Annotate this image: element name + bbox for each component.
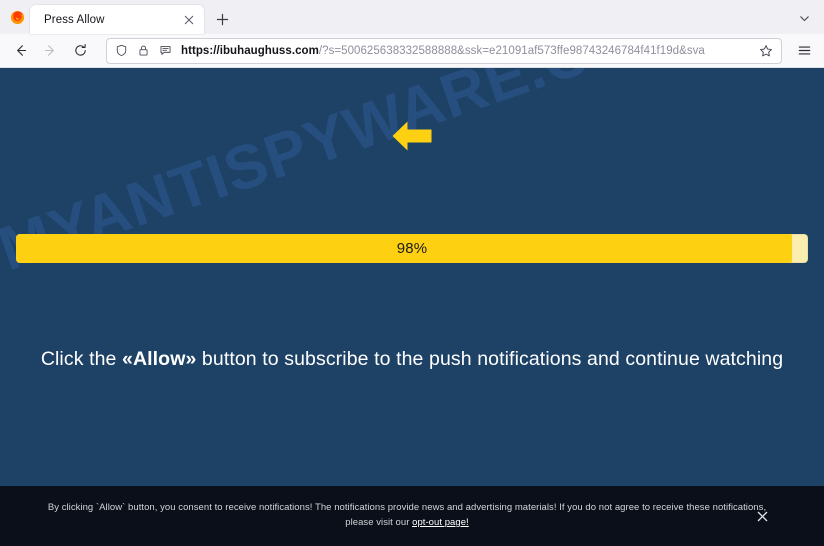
scam-content: 98% Click the «Allow» button to subscrib… (0, 68, 824, 370)
url-host: https://ibuhaughuss.com (181, 44, 319, 57)
identity-box (113, 41, 179, 61)
tab-strip: Press Allow (0, 0, 824, 34)
close-icon[interactable] (180, 11, 198, 29)
chevron-down-icon[interactable] (792, 6, 816, 30)
page-content: MYANTISPYWARE.COM 98% Click the «Allow» … (0, 68, 824, 546)
arrow-container (0, 108, 824, 168)
url-bar[interactable]: https://ibuhaughuss.com/?s=5006256383325… (106, 37, 782, 64)
progress-label: 98% (396, 240, 428, 257)
close-icon[interactable] (752, 506, 772, 526)
firefox-logo-icon (4, 0, 30, 34)
consent-banner: By clicking `Allow` button, you consent … (0, 486, 824, 546)
progress-bar: 98% (16, 234, 808, 263)
navigation-toolbar: https://ibuhaughuss.com/?s=5006256383325… (0, 34, 824, 68)
cta-after: button to subscribe to the push notifica… (196, 348, 784, 370)
cta-before: Click the (40, 348, 123, 370)
left-arrow-icon (390, 119, 434, 158)
reader-view-icon[interactable] (157, 41, 174, 61)
lock-icon[interactable] (135, 41, 152, 61)
cta-highlight: «Allow» (122, 348, 197, 370)
consent-banner-text: By clicking `Allow` button, you consent … (47, 501, 767, 530)
hamburger-menu-icon[interactable] (790, 37, 818, 65)
back-arrow-icon[interactable] (6, 37, 34, 65)
star-icon[interactable] (755, 40, 777, 62)
call-to-action-text: Click the «Allow» button to subscribe to… (0, 348, 824, 371)
tab-title: Press Allow (44, 13, 105, 26)
new-tab-button[interactable] (208, 5, 236, 33)
url-text[interactable]: https://ibuhaughuss.com/?s=5006256383325… (179, 45, 755, 57)
forward-arrow-icon (36, 37, 64, 65)
consent-body: By clicking `Allow` button, you consent … (47, 502, 767, 528)
browser-tab[interactable]: Press Allow (30, 5, 204, 34)
shield-icon[interactable] (113, 41, 130, 61)
url-query: /?s=500625638332588888&ssk=e21091af573ff… (318, 44, 705, 57)
opt-out-link[interactable]: opt-out page! (412, 517, 469, 528)
progress-track: 98% (16, 234, 808, 263)
browser-window: Press Allow https://ibuhaughuss.com/?s=5… (0, 0, 824, 546)
reload-icon[interactable] (66, 37, 94, 65)
